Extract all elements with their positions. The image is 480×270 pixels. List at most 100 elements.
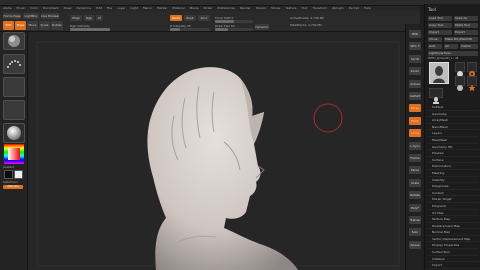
current-tool-thumbnail[interactable] — [429, 62, 449, 84]
m-button[interactable]: M — [96, 15, 103, 21]
material-thumbnail[interactable] — [3, 123, 25, 143]
subpalette-normal-map[interactable]: Normal Map — [427, 229, 479, 236]
subpalette-deformation[interactable]: Deformation — [427, 163, 479, 170]
subpalette-visibility[interactable]: Visibility — [427, 177, 479, 184]
view-button-xpose[interactable]: Xpose — [409, 240, 421, 249]
make-polymesh-button[interactable]: Make PolyMesh3D — [444, 37, 478, 42]
paste-tool-button[interactable]: Paste Tool — [454, 23, 478, 28]
focal-shift-slider[interactable] — [215, 20, 253, 23]
lightbox-button[interactable]: LightBox — [23, 13, 39, 19]
draw-size-slider[interactable] — [215, 28, 253, 31]
active-points-label: ActivePoints: 4.749 Mil — [290, 16, 325, 20]
dots-stroke-icon — [7, 60, 21, 68]
home-page-button[interactable]: Home Page — [3, 13, 21, 19]
subpalette-vector-displacement-map[interactable]: Vector Displacement Map — [427, 236, 479, 243]
subpalette-morph-target[interactable]: Morph Target — [427, 196, 479, 203]
subpalette-polygroups[interactable]: Polygroups — [427, 183, 479, 190]
brush-thumbnail[interactable] — [3, 32, 25, 50]
subpalette-fibermesh[interactable]: FiberMesh — [427, 137, 479, 144]
view-button-bpr[interactable]: BPR — [409, 30, 421, 38]
tool-palette-title: Tool — [428, 7, 436, 12]
subpalette-geometry-hd[interactable]: Geometry HD — [427, 144, 479, 151]
z-intensity-slider[interactable] — [170, 28, 210, 31]
sphere-tool-thumbnail[interactable] — [455, 62, 465, 77]
edit-button[interactable]: Edit — [3, 21, 14, 30]
lightbox-tools-button[interactable]: Lightbox▸Tools — [428, 51, 478, 56]
star-tool-thumbnail[interactable] — [467, 76, 477, 92]
import-button[interactable]: Import — [428, 30, 452, 35]
secondary-color-swatch[interactable] — [14, 170, 23, 179]
draw-button[interactable]: Draw — [15, 21, 26, 30]
bust-tool-thumbnail[interactable] — [429, 88, 443, 104]
zadd-button[interactable]: Zadd — [170, 15, 182, 21]
subpalette-display-properties[interactable]: Display Properties — [427, 242, 479, 250]
subpalette-geometry[interactable]: Geometry — [427, 111, 479, 118]
subpalette-uv-map[interactable]: UV Map — [427, 210, 479, 217]
view-button-move[interactable]: Move — [409, 166, 421, 175]
rgb-intensity-slider[interactable] — [70, 28, 110, 31]
view-button-zoom[interactable]: Zoom — [409, 67, 421, 76]
subpalette-displacement-map[interactable]: Displacement Map — [427, 223, 479, 230]
view-button-local[interactable]: Local — [409, 129, 421, 138]
subpalette-masking[interactable]: Masking — [427, 170, 479, 177]
view-button-l-sym[interactable]: L.Sym — [409, 141, 421, 150]
view-button-transp[interactable]: Transp — [409, 216, 421, 224]
dynamic-button[interactable]: Dynamic — [255, 24, 269, 30]
subpalette-preview[interactable]: Preview — [427, 150, 479, 157]
primary-color-swatch[interactable] — [4, 170, 13, 179]
switch-color-label[interactable]: SwitchColor — [3, 181, 18, 184]
gradient-label[interactable]: Gradient — [3, 166, 14, 169]
alpha-thumbnail[interactable] — [3, 77, 25, 97]
alternate-button[interactable]: Alternate — [3, 185, 23, 189]
subpalette-list: Subtool Geometry ArrayMesh NanoMesh Layers Fi… — [427, 104, 479, 270]
view-button-persp[interactable]: Persp — [409, 104, 421, 113]
zcut-button[interactable]: Zcut — [198, 15, 210, 21]
subpalette-nanomesh[interactable]: NanoMesh — [427, 124, 479, 131]
subpalette-surface[interactable]: Surface — [427, 157, 479, 164]
simple-brush-thumbnail[interactable] — [467, 62, 477, 77]
visible-button[interactable]: Visible — [460, 44, 478, 49]
material-sphere-icon — [7, 126, 21, 140]
mrgb-button[interactable]: Mrgb — [70, 15, 82, 21]
view-button-spix-3[interactable]: SPix 3 — [409, 42, 421, 51]
subpalette-contact[interactable]: Contact — [427, 190, 479, 197]
view-button-frame[interactable]: Frame — [409, 154, 421, 162]
export-button[interactable]: Export — [454, 30, 478, 35]
stroke-thumbnail[interactable] — [3, 54, 25, 74]
view-button-rotate[interactable]: Rotate — [409, 191, 421, 200]
color-picker[interactable] — [4, 144, 24, 164]
view-button-polyf[interactable]: PolyF — [409, 203, 421, 212]
rgb-button[interactable]: Rgb — [84, 15, 94, 21]
sculpted-bust-model[interactable] — [147, 67, 298, 270]
rotate-button[interactable]: Rotate — [51, 21, 63, 30]
load-tool-button[interactable]: Load Tool — [428, 16, 452, 21]
live-boolean-button[interactable]: Live Boolean — [41, 13, 59, 19]
view-button-scroll[interactable]: Scroll — [409, 54, 421, 63]
subpalette-texture-map[interactable]: Texture Map — [427, 216, 479, 223]
view-button-label: Scroll — [410, 56, 420, 61]
view-button-aahalf[interactable]: AAHalf — [409, 92, 421, 100]
copy-tool-button[interactable]: Copy Tool — [428, 23, 452, 28]
subpalette-import[interactable]: Import — [427, 262, 479, 269]
subpalette-unified-skin[interactable]: Unified Skin — [427, 249, 479, 256]
view-button-actual[interactable]: Actual — [409, 79, 421, 88]
texture-thumbnail[interactable] — [3, 100, 25, 120]
canvas-viewport[interactable] — [28, 32, 405, 270]
subpalette-arraymesh[interactable]: ArrayMesh — [427, 117, 479, 124]
move-button[interactable]: Move — [27, 21, 38, 30]
zsub-button[interactable]: Zsub — [184, 15, 196, 21]
subpalette-polypaint[interactable]: Polypaint — [427, 203, 479, 210]
clone-button[interactable]: Clone — [428, 37, 442, 42]
save-as-button[interactable]: Save As — [454, 16, 478, 21]
all-button[interactable]: All — [444, 44, 458, 49]
view-button-floor[interactable]: Floor — [409, 116, 421, 125]
goz-button[interactable]: GoZ — [428, 44, 442, 49]
subpalette-initialize[interactable]: Initialize — [427, 256, 479, 263]
view-button-scale[interactable]: Scale — [409, 178, 421, 187]
subpalette-layers[interactable]: Layers — [427, 130, 479, 137]
subpalette-subtool[interactable]: Subtool — [427, 104, 479, 111]
polymesh-thumbnail[interactable] — [455, 76, 465, 91]
view-button-solo[interactable]: Solo — [409, 228, 421, 237]
scale-button[interactable]: Scale — [39, 21, 50, 30]
polymesh-sphere-icon — [457, 85, 463, 91]
